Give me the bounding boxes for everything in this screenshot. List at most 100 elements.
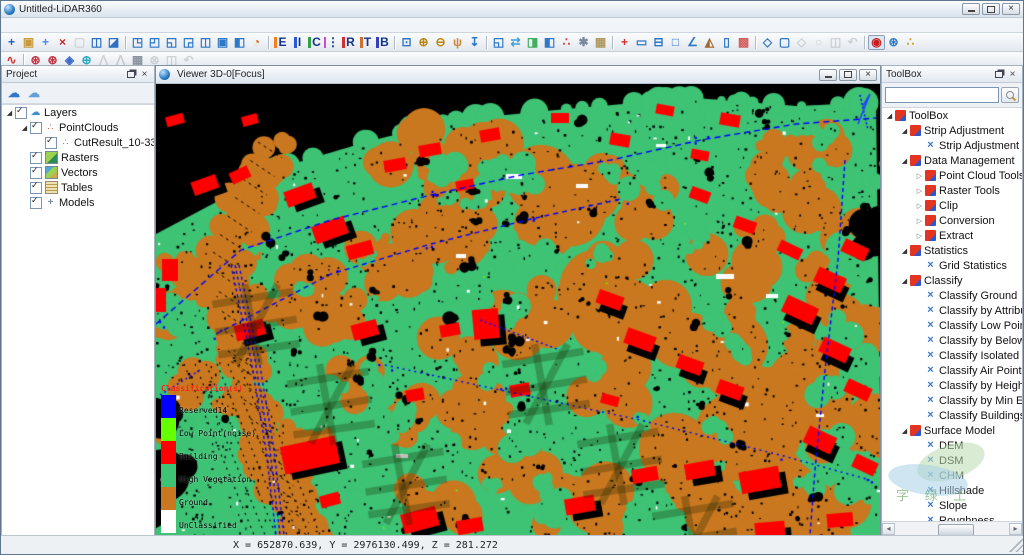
display-mix-icon[interactable]: ⋮	[323, 35, 340, 50]
tree-item[interactable]: ✓ Classify Isolated Points	[882, 348, 1022, 363]
zoom-out-icon[interactable]: ⊖	[432, 35, 449, 50]
rotate-view-icon[interactable]: ◔	[248, 35, 265, 50]
view-right-icon[interactable]: ◲	[180, 35, 197, 50]
pan-hand-icon[interactable]: ψ	[449, 35, 466, 50]
tree-item[interactable]: ✓ Tables	[2, 180, 154, 195]
view-back-icon[interactable]: ◫	[197, 35, 214, 50]
tree-item[interactable]: ✓ Rasters	[2, 150, 154, 165]
panel-close-icon[interactable]	[139, 69, 150, 79]
display-blend-icon[interactable]: B	[374, 35, 391, 50]
panel-float-icon[interactable]	[993, 69, 1004, 79]
select-undo-icon[interactable]: ↶	[844, 35, 861, 50]
zoom-in-icon[interactable]: ⊕	[415, 35, 432, 50]
select-circle-icon[interactable]: ○	[810, 35, 827, 50]
resize-grip[interactable]	[1009, 538, 1023, 552]
tree-item[interactable]: ✓ PointClouds	[2, 120, 154, 135]
tree-item[interactable]: ✓ Data Management	[882, 153, 1022, 168]
viewer-close-button[interactable]	[859, 69, 877, 81]
scroll-left-icon[interactable]: ◂	[882, 523, 895, 535]
viewer-restore-button[interactable]	[839, 69, 857, 81]
measure-height-icon[interactable]: ▯	[718, 35, 735, 50]
expander-icon[interactable]	[914, 217, 925, 225]
view-top-icon[interactable]: ◳	[129, 35, 146, 50]
viewer-settings-icon[interactable]: ✱	[575, 35, 592, 50]
maximize-button[interactable]	[982, 3, 1000, 15]
tree-item[interactable]: ✓ Classify	[882, 273, 1022, 288]
measure-distance-icon[interactable]: ⊟	[650, 35, 667, 50]
checkbox[interactable]: ✓	[30, 122, 42, 134]
tree-item[interactable]: ✓ Layers	[2, 105, 154, 120]
measure-angle-icon[interactable]: ∠	[684, 35, 701, 50]
viewer-minimize-button[interactable]	[819, 69, 837, 81]
expander-icon[interactable]	[899, 247, 910, 255]
panel-close-icon[interactable]	[1007, 69, 1018, 79]
expander-icon[interactable]	[899, 277, 910, 285]
tree-item[interactable]: ✓ ToolBox	[882, 108, 1022, 123]
add-file-icon[interactable]: +	[37, 35, 54, 50]
tree-item[interactable]: ✓ Raster Tools	[882, 183, 1022, 198]
tree-item[interactable]: ✓ Models	[2, 195, 154, 210]
expander-icon[interactable]	[899, 127, 910, 135]
tree-item[interactable]: ✓ Classify Low Points	[882, 318, 1022, 333]
tree-item[interactable]: ✓ Strip Adjustment	[882, 123, 1022, 138]
clipboard-icon[interactable]: ▢	[71, 35, 88, 50]
viewer-image-icon[interactable]: ◨	[524, 35, 541, 50]
tree-item[interactable]: ✓ CutResult_10-33-10.LiData	[2, 135, 154, 150]
tree-item[interactable]: ✓ DEM	[882, 438, 1022, 453]
profile-icon[interactable]: ◉	[868, 35, 885, 50]
view-bottom-icon[interactable]: ▣	[214, 35, 231, 50]
viewer-swap-icon[interactable]: ⇄	[507, 35, 524, 50]
save-as-icon[interactable]: ◪	[105, 35, 122, 50]
display-class-icon[interactable]: C	[306, 35, 323, 50]
tree-item[interactable]: ✓ Extract	[882, 228, 1022, 243]
measure-length-icon[interactable]: ▭	[633, 35, 650, 50]
panel-float-icon[interactable]	[125, 69, 136, 79]
point-cloud-canvas[interactable]	[156, 84, 880, 535]
select-save-icon[interactable]: ◫	[827, 35, 844, 50]
tree-item[interactable]: ✓ Roughness	[882, 513, 1022, 521]
viewer-split-icon[interactable]: ◧	[541, 35, 558, 50]
view-left-icon[interactable]: ◱	[163, 35, 180, 50]
add-data-button[interactable]: ☁	[6, 86, 22, 100]
measure-area-icon[interactable]: □	[667, 35, 684, 50]
measure-volume-icon[interactable]: ◭	[701, 35, 718, 50]
viewer-title-bar[interactable]: Viewer 3D-0[Focus]	[156, 66, 880, 84]
expander-icon[interactable]	[914, 187, 925, 195]
add-data-icon[interactable]: +	[3, 35, 20, 50]
checkbox[interactable]: ✓	[30, 152, 42, 164]
save-icon[interactable]: ◫	[88, 35, 105, 50]
expander-icon[interactable]	[19, 124, 30, 132]
measure-pick-icon[interactable]: +	[616, 35, 633, 50]
tree-item[interactable]: ✓ Statistics	[882, 243, 1022, 258]
tree-item[interactable]: ✓ Grid Statistics	[882, 258, 1022, 273]
pin-icon[interactable]: ↧	[466, 35, 483, 50]
select-lasso-icon[interactable]: ◇	[793, 35, 810, 50]
view-iso-icon[interactable]: ◧	[231, 35, 248, 50]
toolbox-search-input[interactable]	[885, 87, 999, 103]
scroll-thumb[interactable]	[938, 524, 974, 536]
measure-density-icon[interactable]: ▩	[735, 35, 752, 50]
close-button[interactable]	[1002, 3, 1020, 15]
minimize-button[interactable]	[962, 3, 980, 15]
full-extent-icon[interactable]: ⊡	[398, 35, 415, 50]
viewer-new-icon[interactable]: ◱	[490, 35, 507, 50]
viewer-colors-icon[interactable]: ∴	[558, 35, 575, 50]
tree-item[interactable]: ✓ CHM	[882, 468, 1022, 483]
tree-item[interactable]: ✓ Classify by Min Elevation	[882, 393, 1022, 408]
tree-item[interactable]: ✓ Slope	[882, 498, 1022, 513]
expander-icon[interactable]	[914, 202, 925, 210]
expander-icon[interactable]	[899, 427, 910, 435]
expander-icon[interactable]	[899, 157, 910, 165]
search-icon[interactable]	[1001, 87, 1019, 103]
tree-item[interactable]: ✓ Classify by Height Above Gro	[882, 378, 1022, 393]
tree-item[interactable]: ✓ Vectors	[2, 165, 154, 180]
display-return-icon[interactable]: R	[340, 35, 357, 50]
scroll-right-icon[interactable]: ▸	[1009, 523, 1022, 535]
expander-icon[interactable]	[884, 112, 895, 120]
tree-item[interactable]: ✓ Classify by Below Surface	[882, 333, 1022, 348]
toolbox-hscrollbar[interactable]: ◂ ▸	[882, 521, 1022, 535]
tree-item[interactable]: ✓ Conversion	[882, 213, 1022, 228]
tree-item[interactable]: ✓ Point Cloud Tools	[882, 168, 1022, 183]
checkbox[interactable]: ✓	[15, 107, 27, 119]
wheel-tool-icon[interactable]: ⊛	[885, 35, 902, 50]
